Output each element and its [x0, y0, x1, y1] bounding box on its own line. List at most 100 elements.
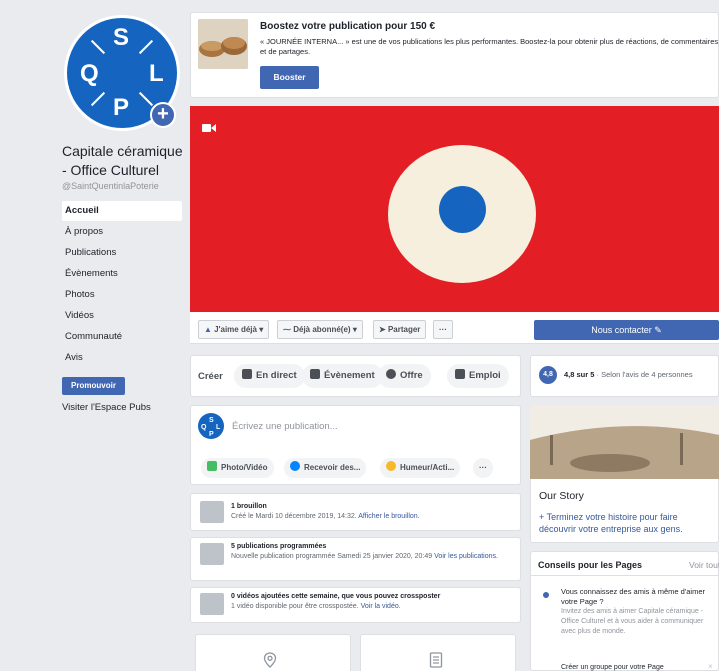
page-tips-title: Conseils pour les Pages — [538, 560, 643, 570]
create-live-label: En direct — [256, 370, 297, 381]
logo-letter-bottom: P — [113, 94, 130, 121]
composer-input[interactable]: Écrivez une publication... — [232, 421, 338, 432]
location-pin-icon — [263, 652, 277, 671]
create-offer-button[interactable]: Offre — [378, 364, 431, 388]
close-icon[interactable]: × — [708, 662, 713, 671]
mini-logo-left: Q — [201, 424, 207, 431]
composer-avatar: S Q L P — [198, 413, 224, 439]
chevron-down-icon: ▾ — [259, 325, 264, 334]
tip-title[interactable]: Vous connaissez des amis à même d'aimer … — [561, 587, 711, 607]
create-event-button[interactable]: Évènement — [302, 364, 383, 388]
pencil-icon: ✎ — [654, 325, 662, 335]
messenger-icon — [290, 461, 300, 471]
live-video-icon — [242, 369, 252, 379]
logo-letter-right: L — [149, 60, 164, 87]
photo-video-label: Photo/Vidéo — [221, 463, 268, 472]
drafts-text-body: Créé le Mardi 10 décembre 2019, 14:32. — [231, 513, 357, 520]
logo-letter-left: Q — [80, 60, 99, 87]
document-icon — [429, 652, 443, 671]
contact-us-button[interactable]: Nous contacter ✎ — [534, 320, 719, 340]
mini-logo-bottom: P — [209, 431, 214, 438]
briefcase-icon — [455, 369, 465, 379]
boost-description: « JOURNÉE INTERNA... » est une de vos pu… — [260, 37, 719, 56]
chevron-down-icon: ▾ — [352, 325, 357, 334]
add-icon[interactable]: + — [150, 102, 176, 128]
create-live-button[interactable]: En direct — [234, 364, 305, 388]
video-camera-icon — [202, 120, 216, 132]
offer-tag-icon — [386, 369, 396, 379]
view-video-link[interactable]: Voir la vidéo. — [361, 603, 401, 610]
crosspost-title: 0 vidéos ajoutées cette semaine, que vou… — [231, 593, 441, 600]
view-draft-link[interactable]: Afficher le brouillon. — [358, 513, 419, 520]
share-label: Partager — [387, 325, 421, 334]
tip-create-group[interactable]: Créer un groupe pour votre Page — [561, 664, 664, 671]
tip-description: Invitez des amis à aimer Capitale cérami… — [561, 608, 704, 635]
composer-more-button[interactable]: ··· — [473, 458, 493, 478]
nav-item-reviews[interactable]: Avis — [62, 348, 182, 368]
story-title: Our Story — [539, 490, 584, 502]
boost-button[interactable]: Booster — [260, 66, 319, 89]
boost-title: Boostez votre publication pour 150 € — [260, 21, 436, 32]
finish-story-link[interactable]: + Terminez votre histoire pour faire déc… — [539, 511, 714, 535]
nav-item-posts[interactable]: Publications — [62, 243, 182, 263]
clock-icon — [200, 543, 224, 565]
view-scheduled-link[interactable]: Voir les publications. — [434, 553, 498, 560]
logo-letter-top: S — [113, 24, 130, 51]
rating-value: 4,8 sur 5 — [564, 370, 595, 379]
rating-reviews-count: · Selon l'avis de 4 personnes — [594, 370, 693, 379]
like-label: J'aime déjà — [214, 325, 257, 334]
scheduled-text-body: Nouvelle publication programmée Samedi 2… — [231, 553, 433, 560]
story-image[interactable] — [530, 405, 719, 479]
thumbs-up-icon: ▲ — [204, 325, 212, 334]
tip-bullet-icon — [543, 592, 549, 598]
logo-line — [138, 39, 154, 55]
pencil-icon — [200, 501, 224, 523]
promote-button[interactable]: Promouvoir — [62, 377, 125, 395]
logo-line — [90, 39, 106, 55]
drafts-title: 1 brouillon — [231, 503, 267, 510]
mini-logo-top: S — [209, 417, 214, 424]
smiley-icon — [386, 461, 396, 471]
more-button[interactable]: ··· — [433, 320, 453, 339]
nav-item-events[interactable]: Évènements — [62, 264, 182, 284]
video-icon — [200, 593, 224, 615]
like-button[interactable]: ▲ J'aime déjà ▾ — [198, 320, 270, 339]
create-job-button[interactable]: Emploi — [447, 364, 509, 388]
scheduled-title: 5 publications programmées — [231, 543, 327, 550]
crosspost-text: 1 vidéo disponible pour être crosspostée… — [231, 602, 513, 612]
photo-icon — [207, 461, 217, 471]
drafts-text: Créé le Mardi 10 décembre 2019, 14:32. A… — [231, 512, 511, 522]
follow-label: Déjà abonné(e) — [293, 325, 351, 334]
feeling-activity-button[interactable]: Humeur/Acti... — [380, 458, 461, 478]
nav-item-home[interactable]: Accueil — [62, 201, 182, 221]
share-icon: ➤ — [379, 325, 386, 334]
rating-text[interactable]: 4,8 sur 5 · Selon l'avis de 4 personnes — [564, 370, 693, 379]
share-button[interactable]: ➤ Partager — [373, 320, 427, 339]
ads-center-link[interactable]: Visiter l'Espace Pubs — [62, 402, 151, 413]
scheduled-text: Nouvelle publication programmée Samedi 2… — [231, 552, 513, 562]
contact-label: Nous contacter — [591, 325, 652, 335]
photo-video-button[interactable]: Photo/Vidéo — [201, 458, 274, 478]
rss-icon: ⁓ — [283, 325, 291, 334]
page-handle[interactable]: @SaintQuentinlaPoterie — [62, 181, 159, 191]
get-messages-label: Recevoir des... — [304, 463, 361, 472]
logo-line — [138, 91, 154, 107]
see-all-tips-link[interactable]: Voir tout — [689, 560, 719, 570]
crosspost-text-body: 1 vidéo disponible pour être crosspostée… — [231, 603, 359, 610]
nav-item-videos[interactable]: Vidéos — [62, 306, 182, 326]
nav-item-photos[interactable]: Photos — [62, 285, 182, 305]
feeling-activity-label: Humeur/Acti... — [400, 463, 455, 472]
nav-item-about[interactable]: À propos — [62, 222, 182, 242]
follow-button[interactable]: ⁓ Déjà abonné(e) ▾ — [277, 320, 363, 339]
create-event-label: Évènement — [324, 370, 375, 381]
mini-logo-right: L — [216, 424, 221, 431]
page-name[interactable]: Capitale céramique - Office Culturel — [62, 142, 184, 180]
nav-item-community[interactable]: Communauté — [62, 327, 182, 347]
divider — [530, 575, 719, 576]
get-messages-button[interactable]: Recevoir des... — [284, 458, 367, 478]
cover-donut-hole — [439, 186, 486, 233]
create-job-label: Emploi — [469, 370, 501, 381]
calendar-icon — [310, 369, 320, 379]
rating-score-badge: 4,8 — [539, 366, 557, 384]
create-offer-label: Offre — [400, 370, 423, 381]
